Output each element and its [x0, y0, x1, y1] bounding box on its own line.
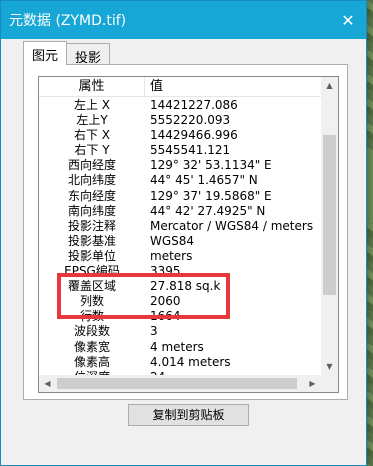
tab-projection[interactable]: 投影: [66, 43, 111, 66]
window-title: 元数据 (ZYMD.tif): [9, 13, 127, 29]
property-cell: 列数: [79, 294, 104, 309]
value-cell: 4 meters: [150, 339, 204, 354]
list-item[interactable]: 行数 1664: [39, 309, 321, 324]
tab-element[interactable]: 图元: [23, 41, 68, 65]
property-cell: 北向纬度: [67, 173, 116, 188]
metadata-list[interactable]: 属性 值 左上 X 14421227.086 左上Y 5552220.093 右下 X 1…: [38, 76, 339, 393]
list-item[interactable]: 像素宽 4 meters: [39, 340, 321, 355]
property-cell: 右下 Y: [74, 143, 110, 158]
horizontal-scrollbar[interactable]: ◀ ▶: [39, 375, 321, 392]
value-cell: 3395: [150, 264, 181, 279]
horizontal-scroll-thumb[interactable]: [57, 378, 297, 389]
value-cell: 5552220.093: [150, 113, 231, 128]
property-cell: 覆盖区域: [67, 279, 116, 294]
value-cell: 44° 42' 27.4925" N: [150, 203, 266, 218]
tab-strip: 图元 投影: [23, 41, 111, 66]
scroll-left-icon[interactable]: ◀: [39, 375, 56, 392]
list-item[interactable]: 东向经度 129° 37' 19.5868" E: [39, 189, 321, 204]
list-item[interactable]: 像素高 4.014 meters: [39, 355, 321, 370]
list-item[interactable]: 右下 Y 5545541.121: [39, 143, 321, 158]
list-item[interactable]: 列数 2060: [39, 294, 321, 309]
column-header-property[interactable]: 属性: [39, 77, 145, 96]
list-item[interactable]: 波段数 3: [39, 324, 321, 339]
property-cell: 东向经度: [67, 188, 116, 203]
value-cell: 2060: [150, 294, 181, 309]
property-cell: 投影单位: [67, 248, 116, 263]
property-cell: 左上Y: [76, 113, 108, 128]
list-item[interactable]: 投影单位 meters: [39, 249, 321, 264]
value-cell: 14429466.996: [150, 128, 238, 143]
scroll-up-icon[interactable]: ▲: [321, 77, 338, 94]
property-cell: 像素高: [73, 354, 110, 369]
value-cell: meters: [150, 248, 193, 263]
list-item[interactable]: 南向纬度 44° 42' 27.4925" N: [39, 204, 321, 219]
value-cell: 1664: [150, 309, 181, 324]
property-cell: 左上 X: [73, 98, 111, 112]
property-cell: 南向纬度: [67, 203, 116, 218]
property-cell: 投影注释: [67, 218, 116, 233]
value-cell: 5545541.121: [150, 143, 231, 158]
value-cell: 27.818 sq.k: [150, 279, 221, 294]
property-cell: 右下 X: [73, 128, 111, 143]
property-cell: 行数: [79, 309, 104, 324]
value-cell: WGS84: [150, 233, 195, 248]
list-header: 属性 值: [39, 77, 321, 97]
value-cell: 129° 37' 19.5868" E: [150, 188, 272, 203]
value-cell: 44° 45' 1.4657" N: [150, 173, 258, 188]
property-cell: 波段数: [73, 324, 110, 339]
list-rows: 左上 X 14421227.086 左上Y 5552220.093 右下 X 144294…: [39, 98, 321, 392]
scroll-thumb[interactable]: [323, 135, 336, 295]
list-item[interactable]: 西向经度 129° 32' 53.1134" E: [39, 158, 321, 173]
property-cell: 西向经度: [67, 158, 116, 173]
list-item[interactable]: 覆盖区域 27.818 sq.k: [39, 279, 321, 294]
value-cell: Mercator / WGS84 / meters: [150, 218, 314, 233]
list-item[interactable]: 投影基准 WGS84: [39, 234, 321, 249]
scroll-corner: [321, 375, 338, 392]
property-cell: 像素宽: [73, 339, 110, 354]
property-cell: 投影基准: [67, 233, 116, 248]
value-cell: 3: [150, 324, 158, 339]
list-item[interactable]: EPSG编码 3395: [39, 264, 321, 279]
close-icon[interactable]: ✕: [330, 4, 366, 36]
scroll-right-icon[interactable]: ▶: [304, 375, 321, 392]
tab-panel: 属性 值 左上 X 14421227.086 左上Y 5552220.093 右下 X 1…: [23, 64, 348, 400]
copy-to-clipboard-button[interactable]: 复制到剪贴板: [128, 404, 249, 426]
value-cell: 129° 32' 53.1134" E: [150, 158, 272, 173]
scroll-down-icon[interactable]: ▼: [321, 358, 338, 375]
list-item[interactable]: 北向纬度 44° 45' 1.4657" N: [39, 173, 321, 188]
list-item[interactable]: 右下 X 14429466.996: [39, 128, 321, 143]
value-cell: 14421227.086: [150, 98, 238, 112]
property-cell: EPSG编码: [64, 264, 120, 279]
metadata-dialog: 元数据 (ZYMD.tif) ✕ 图元 投影 属性 值 左上 X 14421227…: [0, 0, 367, 466]
vertical-scrollbar[interactable]: ▲ ▼: [321, 77, 338, 392]
list-item[interactable]: 投影注释 Mercator / WGS84 / meters: [39, 219, 321, 234]
list-item[interactable]: 左上 X 14421227.086: [39, 98, 321, 113]
value-cell: 4.014 meters: [150, 354, 231, 369]
column-header-value[interactable]: 值: [145, 77, 321, 96]
list-item[interactable]: 左上Y 5552220.093: [39, 113, 321, 128]
title-bar[interactable]: 元数据 (ZYMD.tif) ✕: [1, 1, 366, 39]
